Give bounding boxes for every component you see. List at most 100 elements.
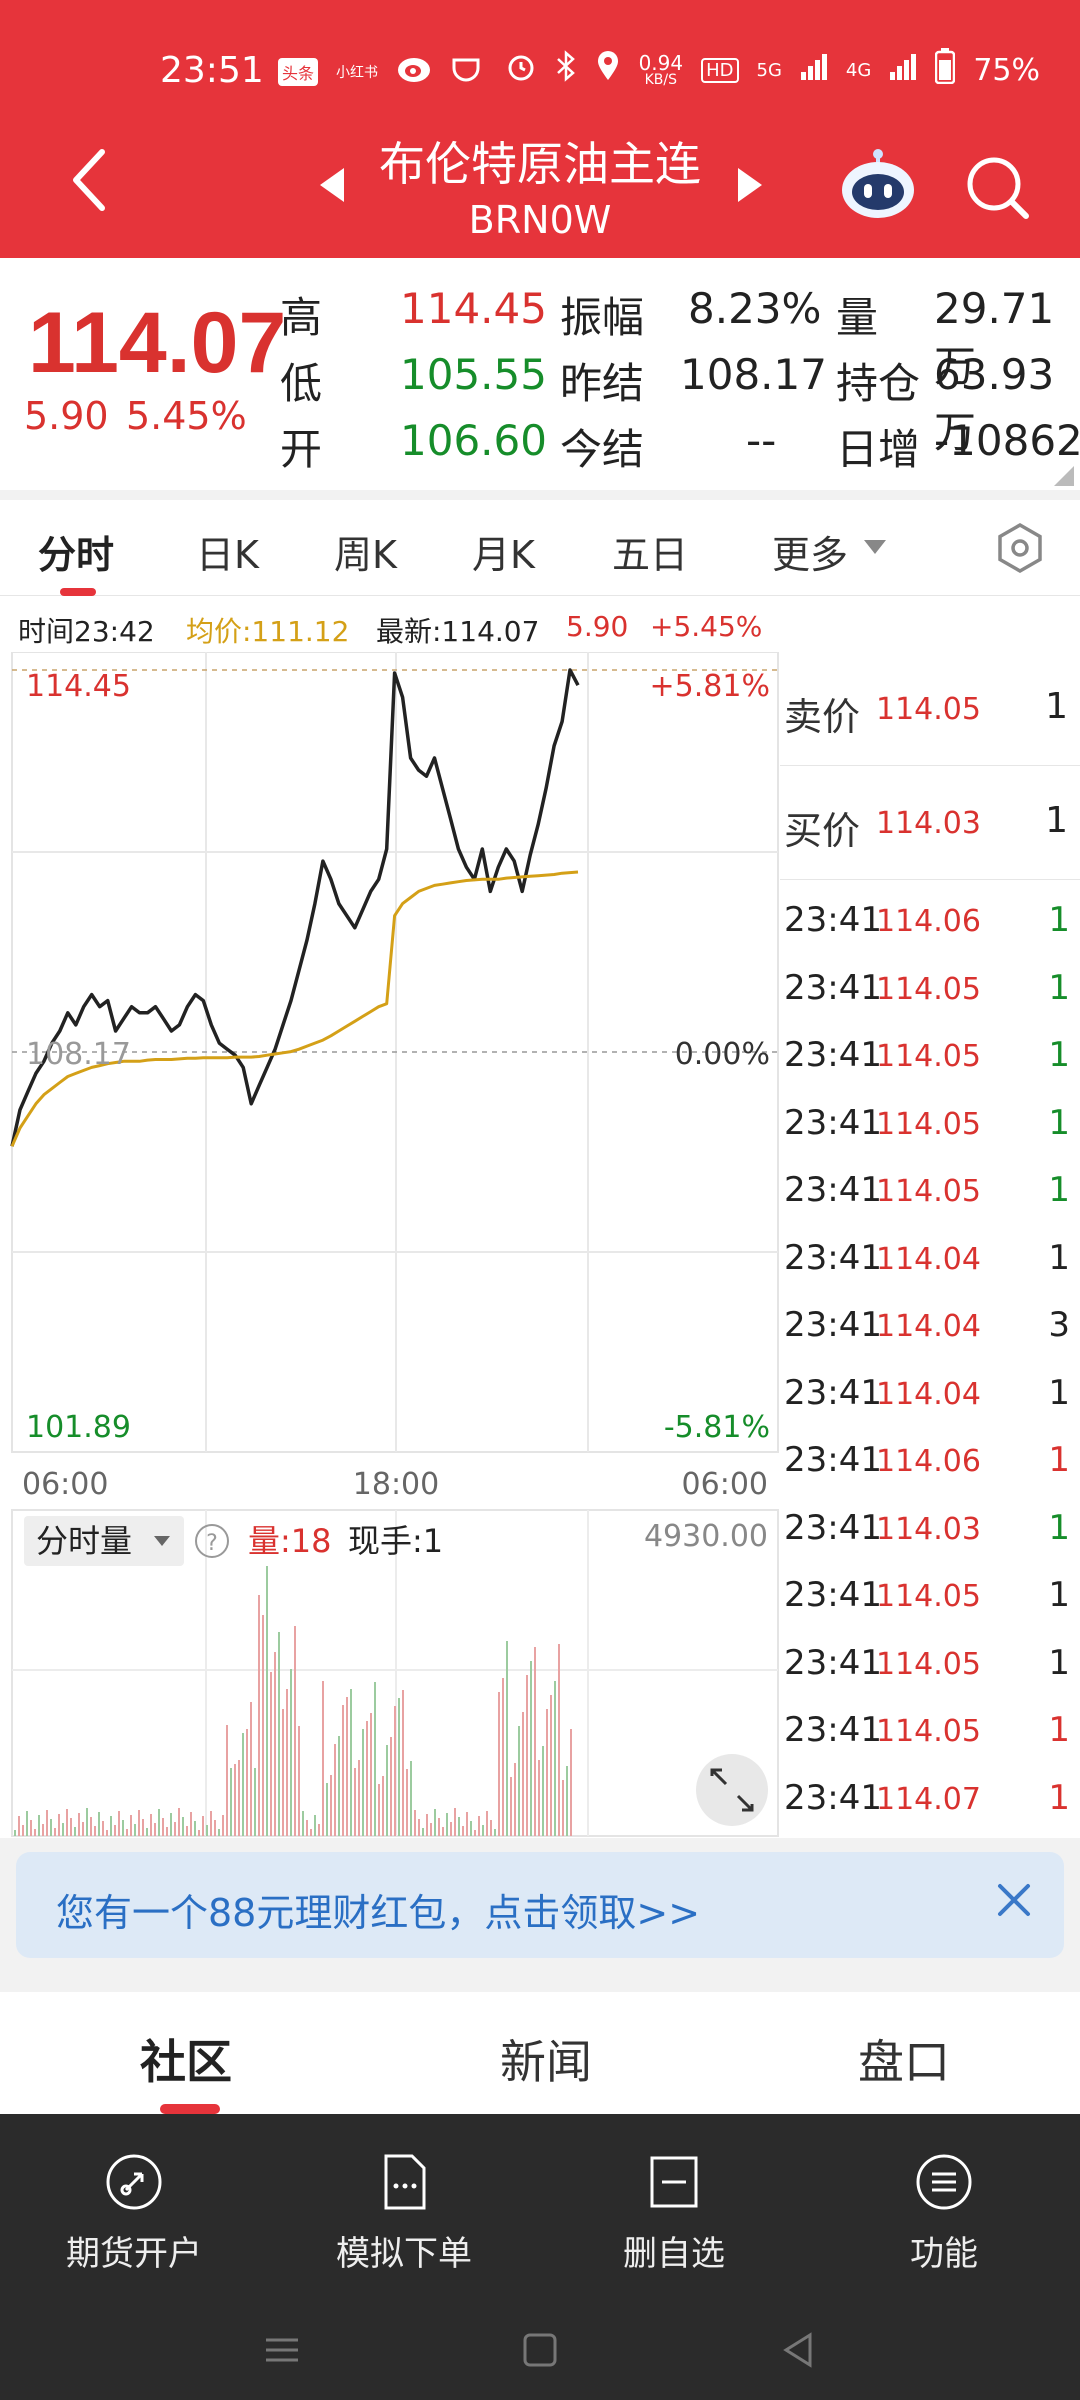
volume-bar bbox=[222, 1815, 224, 1836]
action-open-account[interactable]: 期货开户 bbox=[34, 2132, 234, 2282]
volume-bar bbox=[494, 1829, 496, 1836]
tab-monthly-k[interactable]: 月K bbox=[472, 524, 535, 579]
tab-active-indicator bbox=[60, 588, 96, 596]
volume-bar bbox=[314, 1815, 316, 1836]
volume-bar bbox=[106, 1830, 108, 1836]
volume-bar bbox=[462, 1826, 464, 1836]
back-nav-icon[interactable] bbox=[778, 2330, 818, 2370]
volume-bar bbox=[570, 1729, 572, 1836]
volume-bar bbox=[274, 1652, 276, 1836]
tab-news[interactable]: 新闻 bbox=[500, 2026, 592, 2092]
volume-bar bbox=[454, 1808, 456, 1836]
tab-five-day[interactable]: 五日 bbox=[612, 524, 688, 579]
volume-bar bbox=[398, 1698, 400, 1836]
x-label-mid: 18:00 bbox=[353, 1467, 439, 1502]
volume-bar bbox=[42, 1824, 44, 1836]
volume-bar bbox=[190, 1812, 192, 1836]
action-simulate-order[interactable]: 模拟下单 bbox=[304, 2132, 504, 2282]
trade-row: 23:41 114.04 1 bbox=[780, 1226, 1080, 1292]
volume-bar bbox=[162, 1818, 164, 1836]
volume-bar bbox=[258, 1595, 260, 1836]
trade-qty: 1 bbox=[1048, 1372, 1070, 1413]
ask-row[interactable]: 卖价 114.05 1 bbox=[780, 652, 1080, 766]
trade-row: 23:41 114.07 1 bbox=[780, 1766, 1080, 1832]
trade-time: 23:41 bbox=[784, 1507, 882, 1548]
tab-intraday[interactable]: 分时 bbox=[38, 524, 114, 579]
net-speed-unit: KB/S bbox=[644, 72, 678, 88]
volume-bar bbox=[66, 1809, 68, 1836]
trade-price: 114.05 bbox=[876, 1714, 981, 1749]
volume-bar bbox=[218, 1829, 220, 1836]
close-icon[interactable] bbox=[992, 1878, 1036, 1922]
promo-text[interactable]: 您有一个88元理财红包，点击领取>> bbox=[56, 1882, 700, 1937]
status-bar: 23:51 头条 小红书 0.94 KB/S HD 5G 4G 75% bbox=[0, 40, 1080, 104]
price-change: 5.90 bbox=[24, 394, 109, 438]
volume-bar bbox=[482, 1825, 484, 1836]
system-nav-bar bbox=[0, 2314, 1080, 2400]
trade-price: 114.04 bbox=[876, 1376, 981, 1412]
trade-qty: 1 bbox=[1048, 1035, 1070, 1075]
today-settle-value: -- bbox=[746, 416, 777, 465]
status-right: 0.94 KB/S HD 5G 4G 75% bbox=[505, 48, 1040, 92]
volume-bar bbox=[230, 1768, 232, 1836]
volume-bar bbox=[322, 1681, 324, 1836]
menu-icon[interactable] bbox=[262, 2330, 302, 2370]
expand-corner-icon[interactable] bbox=[1054, 466, 1074, 486]
volume-bar bbox=[414, 1810, 416, 1836]
bid-row[interactable]: 买价 114.03 1 bbox=[780, 766, 1080, 880]
help-icon-glyph: ? bbox=[206, 1531, 218, 1556]
volume-bar bbox=[426, 1814, 428, 1836]
volume-bar bbox=[298, 1726, 300, 1836]
tab-community[interactable]: 社区 bbox=[140, 2026, 232, 2092]
volume-bar bbox=[466, 1812, 468, 1836]
tab-order-book[interactable]: 盘口 bbox=[858, 2026, 950, 2092]
axis-bot-pct: -5.81% bbox=[664, 1410, 770, 1445]
trade-row: 23:41 114.05 1 bbox=[780, 1563, 1080, 1629]
robot-icon[interactable] bbox=[838, 146, 918, 220]
trade-time: 23:41 bbox=[784, 1170, 882, 1210]
volume-bar bbox=[198, 1830, 200, 1836]
action-label: 删自选 bbox=[623, 2234, 725, 2274]
volume-bar bbox=[146, 1828, 148, 1836]
trade-qty: 1 bbox=[1048, 1440, 1070, 1480]
volume-bar bbox=[530, 1661, 532, 1836]
search-icon[interactable] bbox=[962, 152, 1032, 222]
volume-bar bbox=[326, 1783, 328, 1836]
action-functions[interactable]: 功能 bbox=[844, 2132, 1044, 2282]
volume-bar bbox=[354, 1768, 356, 1836]
volume-bar bbox=[394, 1706, 396, 1836]
settings-icon[interactable] bbox=[994, 522, 1046, 574]
bid-qty: 1 bbox=[1045, 800, 1068, 841]
volume-bar bbox=[470, 1821, 472, 1836]
expand-icon[interactable] bbox=[696, 1754, 768, 1826]
volume-bar bbox=[86, 1808, 88, 1836]
volume-bar bbox=[514, 1763, 516, 1836]
net-speed-value: 0.94 bbox=[638, 51, 684, 75]
axis-top-price: 114.45 bbox=[26, 669, 131, 704]
trade-time: 23:41 bbox=[784, 1035, 882, 1075]
tab-weekly-k[interactable]: 周K bbox=[334, 524, 397, 579]
intraday-chart[interactable]: 114.45 +5.81% 108.17 0.00% 101.89 -5.81%… bbox=[0, 651, 780, 1838]
promo-banner[interactable]: 您有一个88元理财红包，点击领取>> bbox=[16, 1852, 1064, 1958]
volume-bar bbox=[458, 1817, 460, 1836]
tab-daily-k[interactable]: 日K bbox=[196, 524, 259, 579]
volume-bar bbox=[510, 1777, 512, 1836]
tab-more[interactable]: 更多 bbox=[772, 524, 848, 579]
daily-increase-label: 日增 bbox=[836, 425, 921, 474]
volume-bar bbox=[474, 1830, 476, 1836]
x-label-end: 06:00 bbox=[682, 1467, 768, 1502]
back-icon[interactable] bbox=[70, 148, 110, 212]
volume-bar bbox=[282, 1709, 284, 1836]
info-last: 最新:114.07 bbox=[376, 615, 540, 648]
volume-bar bbox=[34, 1829, 36, 1836]
today-settle-label: 今结 bbox=[560, 425, 645, 474]
home-icon[interactable] bbox=[520, 2330, 560, 2370]
volume-bar bbox=[18, 1816, 20, 1836]
next-contract-arrow-icon[interactable] bbox=[738, 168, 762, 202]
trade-row: 23:41 114.05 1 bbox=[780, 1091, 1080, 1157]
volume-bar bbox=[58, 1814, 60, 1836]
action-remove-watchlist[interactable]: 删自选 bbox=[574, 2132, 774, 2282]
trade-qty: 1 bbox=[1048, 1777, 1070, 1818]
volume-bar bbox=[182, 1817, 184, 1836]
trade-time: 23:41 bbox=[784, 1237, 882, 1278]
